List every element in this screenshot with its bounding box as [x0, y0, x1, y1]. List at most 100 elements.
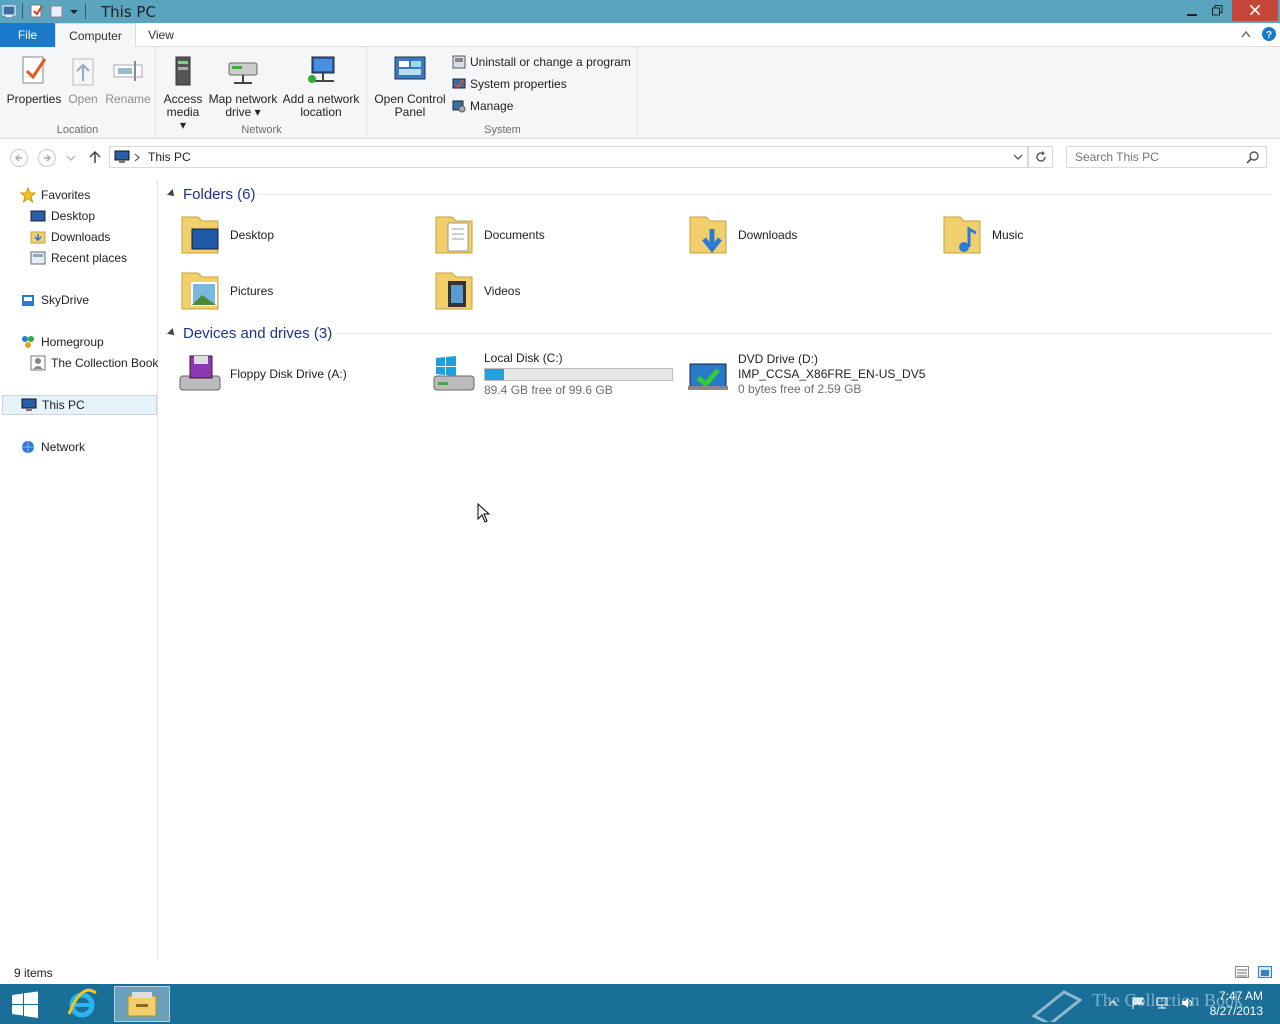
- folder-music[interactable]: Music: [938, 209, 1178, 261]
- new-folder-qat-icon[interactable]: [49, 3, 65, 19]
- rename-button[interactable]: Rename: [104, 53, 152, 106]
- taskbar-file-explorer[interactable]: [114, 986, 170, 1022]
- nav-desktop-label: Desktop: [51, 209, 96, 223]
- this-pc-icon: [21, 398, 37, 411]
- large-icons-view-icon: [1261, 970, 1269, 976]
- collapse-triangle-icon[interactable]: [167, 328, 177, 338]
- add-network-location-button[interactable]: Add a network location: [281, 53, 361, 119]
- properties-button[interactable]: Properties: [6, 53, 62, 106]
- manage-button[interactable]: Manage: [452, 97, 513, 115]
- search-input[interactable]: [1066, 146, 1267, 168]
- volume-icon[interactable]: [1180, 996, 1194, 1010]
- folder-downloads[interactable]: Downloads: [684, 209, 924, 261]
- restore-button[interactable]: [1206, 0, 1228, 21]
- uninstall-label: Uninstall or change a program: [470, 55, 631, 69]
- nav-skydrive[interactable]: SkyDrive: [20, 290, 89, 310]
- back-button[interactable]: [10, 149, 28, 167]
- drive-floppy[interactable]: Floppy Disk Drive (A:): [176, 348, 416, 400]
- help-icon[interactable]: ?: [1262, 27, 1276, 41]
- drive-dvd-d-name: DVD Drive (D:): [738, 351, 818, 366]
- access-media-button[interactable]: Access media ▾: [163, 53, 203, 132]
- breadcrumb-this-pc[interactable]: This PC: [148, 150, 191, 164]
- tab-file[interactable]: File: [0, 23, 55, 47]
- clock-time: 7:47 AM: [1218, 989, 1263, 1003]
- uninstall-icon: [452, 55, 466, 69]
- nav-recent-places[interactable]: Recent places: [30, 248, 127, 268]
- skydrive-icon: [22, 295, 34, 306]
- svg-text:?: ?: [1266, 30, 1272, 41]
- details-view-button[interactable]: [1235, 966, 1249, 978]
- large-icons-view-button[interactable]: [1258, 966, 1272, 978]
- refresh-button[interactable]: [1028, 146, 1053, 168]
- tab-view[interactable]: View: [138, 23, 184, 47]
- address-bar[interactable]: This PC: [109, 146, 1028, 168]
- tab-computer[interactable]: Computer: [55, 23, 136, 47]
- folder-pictures-label: Pictures: [230, 284, 274, 298]
- window-icon[interactable]: [2, 4, 16, 18]
- up-arrow-icon[interactable]: [88, 150, 102, 164]
- documents-folder-icon: [435, 216, 473, 254]
- restore-icon: [1211, 5, 1222, 16]
- uninstall-program-button[interactable]: Uninstall or change a program: [452, 53, 631, 71]
- collapse-triangle-icon[interactable]: [167, 189, 177, 199]
- properties-icon: [22, 56, 47, 84]
- drive-dvd-d[interactable]: DVD Drive (D:) IMP_CCSA_X86FRE_EN-US_DV5…: [684, 348, 984, 400]
- nav-downloads[interactable]: Downloads: [30, 227, 110, 247]
- separator: [85, 3, 86, 19]
- folders-group-header[interactable]: Folders (6): [167, 184, 1272, 204]
- show-hidden-icons-icon[interactable]: [1108, 1000, 1118, 1006]
- address-history-chevron-icon[interactable]: [1013, 154, 1023, 160]
- drives-group-header[interactable]: Devices and drives (3): [167, 323, 1272, 343]
- close-icon: [1249, 4, 1261, 16]
- folders-heading: Folders (6): [183, 185, 256, 203]
- title-bar: This PC: [0, 0, 1280, 23]
- rename-icon: [113, 61, 143, 81]
- control-panel-icon: [394, 56, 426, 80]
- forward-button[interactable]: [38, 149, 56, 167]
- close-button[interactable]: [1232, 0, 1278, 21]
- customize-qat-icon[interactable]: [69, 3, 79, 19]
- taskbar-internet-explorer[interactable]: [54, 986, 110, 1022]
- nav-favorites[interactable]: Favorites: [20, 185, 90, 205]
- downloads-folder-icon: [689, 216, 727, 254]
- folder-videos[interactable]: Videos: [430, 265, 670, 317]
- collapse-ribbon-icon[interactable]: [1241, 30, 1251, 38]
- nav-collection-book[interactable]: The Collection Book: [30, 353, 158, 373]
- recent-locations-chevron-icon[interactable]: [66, 155, 76, 161]
- map-network-drive-button[interactable]: Map network drive ▾: [207, 53, 279, 119]
- nav-homegroup[interactable]: Homegroup: [20, 332, 104, 352]
- window-title: This PC: [101, 3, 156, 21]
- search-icon[interactable]: [1246, 150, 1260, 164]
- nav-desktop[interactable]: Desktop: [30, 206, 95, 226]
- drive-dvd-d-free: 0 bytes free of 2.59 GB: [738, 381, 862, 396]
- folder-documents[interactable]: Documents: [430, 209, 670, 261]
- nav-network-label: Network: [41, 440, 86, 454]
- drive-dvd-d-label: IMP_CCSA_X86FRE_EN-US_DV5: [738, 366, 926, 381]
- action-center-flag-icon[interactable]: [1131, 996, 1145, 1010]
- system-clock[interactable]: 7:47 AM 8/27/2013: [1210, 989, 1263, 1019]
- open-control-panel-button[interactable]: Open Control Panel: [372, 53, 448, 119]
- folder-documents-label: Documents: [484, 228, 545, 242]
- drive-local-c[interactable]: Local Disk (C:) 89.4 GB free of 99.6 GB: [430, 348, 690, 400]
- start-button[interactable]: [0, 986, 50, 1022]
- media-server-icon: [175, 56, 191, 86]
- folder-desktop[interactable]: Desktop: [176, 209, 416, 261]
- downloads-folder-icon: [30, 231, 46, 244]
- nav-network[interactable]: Network: [20, 437, 85, 457]
- minimize-button[interactable]: [1181, 0, 1203, 21]
- music-folder-icon: [943, 216, 981, 254]
- item-count: 9 items: [14, 966, 53, 980]
- folder-videos-label: Videos: [484, 284, 521, 298]
- drive-usage-fill: [485, 368, 505, 380]
- breadcrumb-chevron-icon[interactable]: [134, 153, 140, 162]
- properties-qat-icon[interactable]: [29, 3, 45, 19]
- system-properties-button[interactable]: System properties: [452, 75, 567, 93]
- nav-this-pc[interactable]: This PC: [2, 395, 157, 415]
- folder-pictures[interactable]: Pictures: [176, 265, 416, 317]
- open-button[interactable]: Open: [66, 53, 100, 106]
- manage-label: Manage: [470, 99, 514, 113]
- nav-collection-book-label: The Collection Book: [51, 356, 159, 370]
- windows-drive-icon: [433, 356, 475, 391]
- floppy-drive-icon: [179, 355, 221, 391]
- network-status-icon[interactable]: [1155, 996, 1169, 1010]
